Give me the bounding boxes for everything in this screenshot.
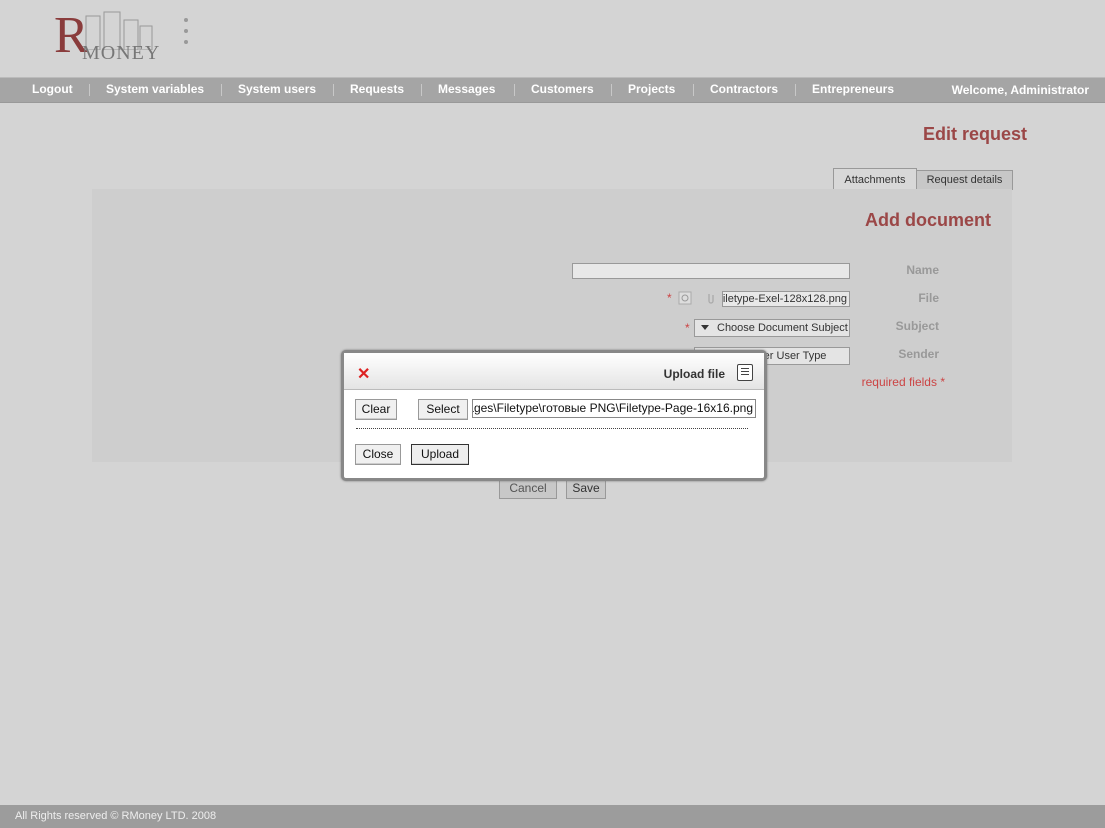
logo-money: MONEY <box>82 42 161 64</box>
nav-system-users[interactable]: System users <box>238 82 316 96</box>
nav-entrepreneurs[interactable]: Entrepreneurs <box>812 82 894 96</box>
nav-projects[interactable]: Projects <box>628 82 675 96</box>
file-input[interactable]: Filetype-Exel-128x128.png <box>722 291 850 307</box>
subject-select[interactable]: Choose Document Subject <box>694 319 850 337</box>
nav-messages[interactable]: Messages <box>438 82 495 96</box>
name-input[interactable] <box>572 263 850 279</box>
close-button[interactable]: Close <box>355 444 401 465</box>
logo-dots <box>184 18 188 51</box>
tab-attachments[interactable]: Attachments <box>833 168 917 190</box>
subject-select-value: Choose Document Subject <box>717 322 848 334</box>
sender-label: Sender <box>898 347 939 361</box>
section-title: Add document <box>865 210 991 230</box>
subject-label: Subject <box>895 319 939 333</box>
select-button[interactable]: Select <box>418 399 468 420</box>
nav-customers[interactable]: Customers <box>531 82 594 96</box>
required-fields-note: required fields * <box>861 375 945 389</box>
close-icon[interactable]: ✕ <box>357 367 370 383</box>
logo: R MONEY <box>54 10 204 66</box>
delete-file-icon[interactable] <box>678 291 692 305</box>
upload-button[interactable]: Upload <box>411 444 469 465</box>
upload-file-dialog: ✕ Upload file Clear Select C:\Images\Fil… <box>341 350 767 481</box>
chevron-down-icon <box>701 325 709 330</box>
nav-requests[interactable]: Requests <box>350 82 404 96</box>
document-icon <box>737 364 753 381</box>
file-label: File <box>918 291 939 305</box>
nav-logout[interactable]: Logout <box>32 82 73 96</box>
nav-contractors[interactable]: Contractors <box>710 82 778 96</box>
attach-paperclip-icon[interactable] <box>704 291 718 305</box>
dotted-divider <box>356 428 748 429</box>
dialog-title: Upload file <box>663 367 725 381</box>
page-title: Edit request <box>922 124 1027 144</box>
tab-request-details[interactable]: Request details <box>916 170 1013 190</box>
clear-button[interactable]: Clear <box>355 399 397 420</box>
footer: All Rights reserved © RMoney LTD. 2008 <box>0 805 1105 828</box>
file-path-input[interactable]: C:\Images\Filetype\готовые PNG\Filetype-… <box>472 399 756 418</box>
file-required-star: * <box>667 291 672 305</box>
dialog-header: ✕ Upload file <box>344 353 764 390</box>
welcome-text: Welcome, Administrator <box>951 83 1089 97</box>
subject-required-star: * <box>685 321 690 335</box>
nav-system-variables[interactable]: System variables <box>106 82 204 96</box>
name-label: Name <box>906 263 939 277</box>
footer-copyright: All Rights reserved © RMoney LTD. 2008 <box>15 810 217 822</box>
nav-bar: Logout System variables System users Req… <box>0 77 1105 103</box>
